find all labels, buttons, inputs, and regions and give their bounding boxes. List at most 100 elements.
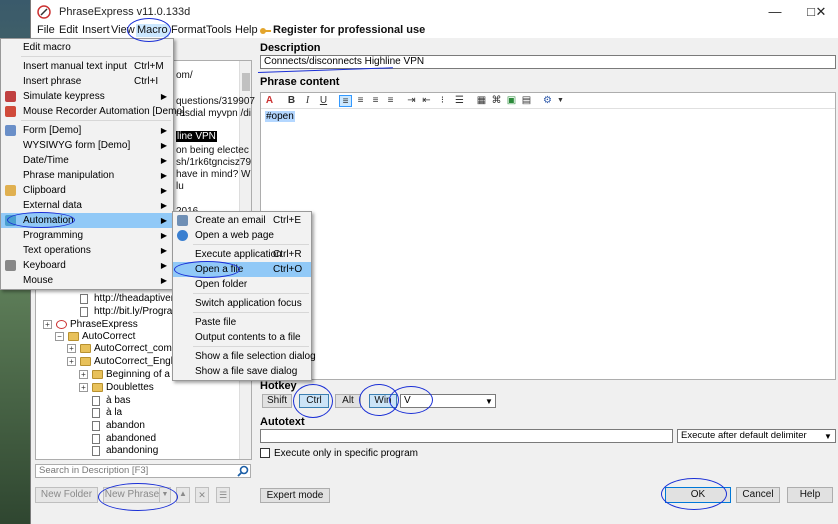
macro-menu-item[interactable]: Keyboard ▶ — [1, 258, 173, 273]
tree-search-input[interactable]: Search in Description [F3] — [35, 464, 251, 478]
hotkey-key-select[interactable]: V ▼ — [400, 394, 496, 408]
macro-menu-item[interactable]: Form [Demo] ▶ — [1, 123, 173, 138]
automation-menu-item[interactable]: Paste file — [173, 315, 311, 330]
menu-separator — [193, 293, 309, 294]
underline-icon[interactable]: U — [317, 95, 330, 107]
align-center-icon[interactable]: ≡ — [354, 95, 367, 107]
bullet-list-icon[interactable]: ☰ — [453, 95, 466, 107]
menu-view[interactable]: View — [110, 24, 136, 37]
indent-icon[interactable]: ⇥ — [405, 95, 418, 107]
macro-menu-item[interactable]: External data ▶ — [1, 198, 173, 213]
expand-toggle-icon[interactable]: + — [79, 370, 88, 379]
menu-separator — [193, 346, 309, 347]
menu-edit[interactable]: Edit — [58, 24, 79, 37]
automation-menu-item[interactable]: Show a file save dialog — [173, 364, 311, 379]
description-input[interactable]: Connects/disconnects Highline VPN — [260, 55, 836, 69]
hyperlink-icon[interactable]: ⌘ — [490, 95, 503, 107]
picture-icon[interactable]: ▣ — [505, 95, 518, 107]
expand-toggle-icon[interactable]: − — [55, 332, 64, 341]
automation-menu-item[interactable]: Open a file Ctrl+O — [173, 262, 311, 277]
macro-menu-item[interactable]: Edit macro — [1, 40, 173, 55]
macro-menu-item[interactable]: Text operations ▶ — [1, 243, 173, 258]
menu-item-label: Simulate keypress — [23, 91, 105, 102]
help-button[interactable]: Help — [787, 487, 833, 503]
insert-object-icon[interactable]: ▤ — [520, 95, 533, 107]
tree-item[interactable]: abandon — [79, 419, 245, 432]
minimize-button[interactable]: — — [755, 0, 795, 24]
new-phrase-dropdown-button[interactable]: ▼ — [159, 487, 171, 503]
tree-item[interactable]: à la — [79, 406, 245, 419]
outdent-icon[interactable]: ⇤ — [420, 95, 433, 107]
cancel-button[interactable]: Cancel — [736, 487, 780, 503]
macro-menu-item[interactable]: Mouse ▶ — [1, 273, 173, 288]
execute-only-checkbox[interactable] — [260, 448, 270, 458]
chevron-down-icon[interactable]: ▼ — [554, 95, 567, 107]
tree-item[interactable]: abandoning — [79, 444, 245, 457]
autotext-mode-select[interactable]: Execute after default delimiter ▼ — [677, 429, 836, 443]
menu-insert[interactable]: Insert — [81, 24, 111, 37]
align-left-icon[interactable]: ≡ — [339, 95, 352, 107]
expand-toggle-icon[interactable]: + — [79, 383, 88, 392]
properties-button[interactable]: ☰ — [216, 487, 230, 503]
macro-menu-item[interactable]: Mouse Recorder Automation [Demo] — [1, 104, 185, 119]
automation-menu-item[interactable]: Execute application Ctrl+R — [173, 247, 311, 262]
tree-item[interactable]: + Doublettes — [79, 381, 245, 394]
macro-menu-item[interactable]: Phrase manipulation ▶ — [1, 168, 173, 183]
macro-menu-item[interactable]: Simulate keypress ▶ — [1, 89, 173, 104]
tree-scrollbar-thumb[interactable] — [242, 73, 250, 91]
hotkey-alt-toggle[interactable]: Alt — [335, 394, 361, 408]
menu-item-shortcut: Ctrl+O — [273, 264, 303, 275]
phrase-content-text[interactable]: #open — [265, 111, 295, 122]
menu-item-label: Phrase manipulation — [23, 170, 115, 181]
menu-macro[interactable]: Macro — [136, 24, 169, 37]
macro-menu-item[interactable]: Insert phrase Ctrl+I — [1, 74, 173, 89]
align-justify-icon[interactable]: ≡ — [384, 95, 397, 107]
tree-item-label: abandoning — [106, 445, 159, 456]
macro-menu-item[interactable]: WYSIWYG form [Demo] ▶ — [1, 138, 173, 153]
expand-toggle-icon[interactable]: + — [67, 357, 76, 366]
register-link[interactable]: Register for professional use — [272, 24, 426, 37]
automation-menu-item[interactable]: Switch application focus — [173, 296, 311, 311]
phrase-content-editor[interactable]: A B I U ≡ ≡ ≡ ≡ ⇥ ⇤ ⁝ ☰ ▦ ⌘ ▣ ▤ ⚙ ▼ #ope… — [260, 92, 836, 380]
macro-menu-item[interactable]: Date/Time ▶ — [1, 153, 173, 168]
align-right-icon[interactable]: ≡ — [369, 95, 382, 107]
table-icon[interactable]: ▦ — [475, 95, 488, 107]
hotkey-ctrl-toggle[interactable]: Ctrl — [299, 394, 329, 408]
hotkey-win-toggle[interactable]: Win — [369, 394, 397, 408]
tree-text-fragment: sh/1rk6tgncisz79 — [176, 157, 252, 168]
bold-icon[interactable]: B — [285, 95, 298, 107]
automation-menu-item[interactable]: Output contents to a file — [173, 330, 311, 345]
hotkey-shift-toggle[interactable]: Shift — [262, 394, 292, 408]
automation-menu-item[interactable]: Open folder — [173, 277, 311, 292]
italic-icon[interactable]: I — [301, 95, 314, 107]
menu-format[interactable]: Format — [170, 24, 207, 37]
automation-menu-item[interactable]: Open a web page — [173, 228, 311, 243]
search-icon[interactable] — [237, 465, 249, 477]
menu-file[interactable]: File — [36, 24, 56, 37]
automation-menu-item[interactable]: Create an email Ctrl+E — [173, 213, 311, 228]
expand-toggle-icon[interactable]: + — [67, 344, 76, 353]
autotext-input[interactable] — [260, 429, 673, 443]
tree-text-fragment: on being electec — [176, 145, 249, 156]
font-color-icon[interactable]: A — [263, 95, 276, 107]
expand-toggle-icon[interactable]: + — [43, 320, 52, 329]
automation-menu-item[interactable]: Show a file selection dialog — [173, 349, 316, 364]
macro-menu-item[interactable]: Programming ▶ — [1, 228, 173, 243]
new-phrase-button[interactable]: New Phrase — [103, 487, 161, 503]
close-button[interactable]: ✕ — [801, 0, 838, 24]
tree-item-label: abandon — [106, 420, 145, 431]
submenu-arrow-icon: ▶ — [160, 216, 167, 225]
ok-button[interactable]: OK — [665, 487, 731, 503]
macro-menu-item[interactable]: Automation ▶ — [1, 213, 173, 228]
tree-selected-fragment[interactable]: line VPN — [176, 131, 217, 142]
move-up-button[interactable]: ▲ — [176, 487, 190, 503]
ordered-list-icon[interactable]: ⁝ — [436, 95, 449, 107]
macro-menu-item[interactable]: Insert manual text input Ctrl+M — [1, 59, 173, 74]
new-folder-button[interactable]: New Folder — [35, 487, 98, 503]
expert-mode-button[interactable]: Expert mode — [260, 488, 330, 503]
delete-button[interactable]: ✕ — [195, 487, 209, 503]
macro-menu-item[interactable]: Clipboard ▶ — [1, 183, 173, 198]
menu-help[interactable]: Help — [234, 24, 259, 37]
macro-gear-icon[interactable]: ⚙ — [541, 95, 554, 107]
menu-tools[interactable]: Tools — [205, 24, 233, 37]
